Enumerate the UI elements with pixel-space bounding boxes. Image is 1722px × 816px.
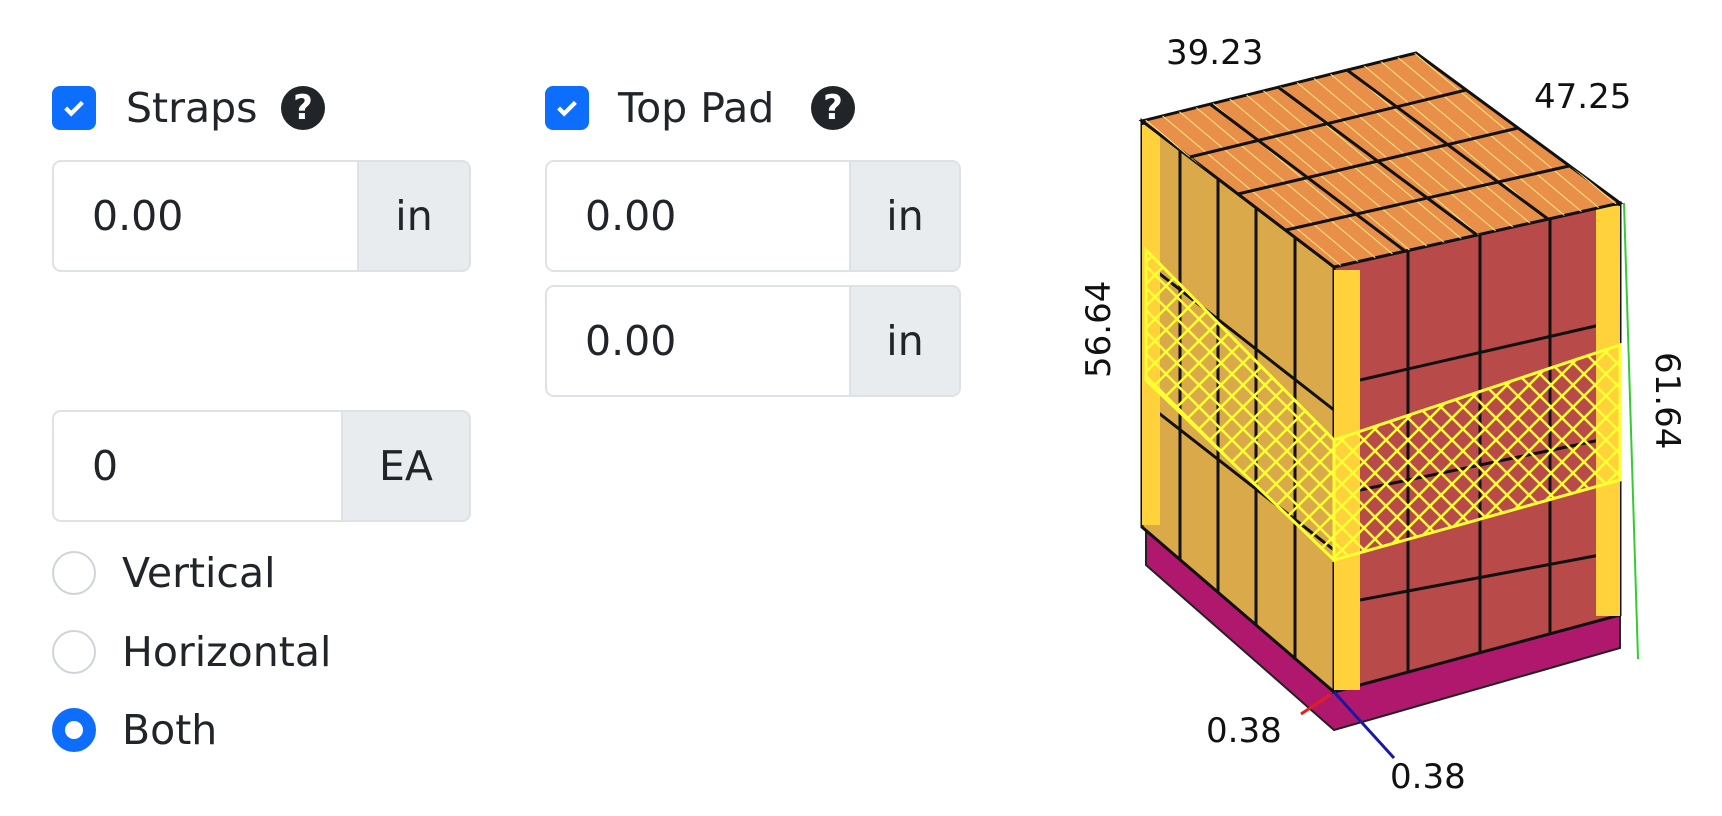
depth-label: 47.25 <box>1534 77 1631 117</box>
width-label: 39.23 <box>1166 33 1263 73</box>
overhang-y-label: 0.38 <box>1390 757 1466 797</box>
total-height-label: 61.64 <box>1647 352 1687 449</box>
load-height-label: 56.64 <box>1079 281 1119 378</box>
pallet-preview: 39.23 47.25 56.64 61.64 0.38 0.38 <box>1079 33 1687 797</box>
height-dimension-line <box>1623 202 1639 660</box>
overhang-x-label: 0.38 <box>1206 711 1282 751</box>
